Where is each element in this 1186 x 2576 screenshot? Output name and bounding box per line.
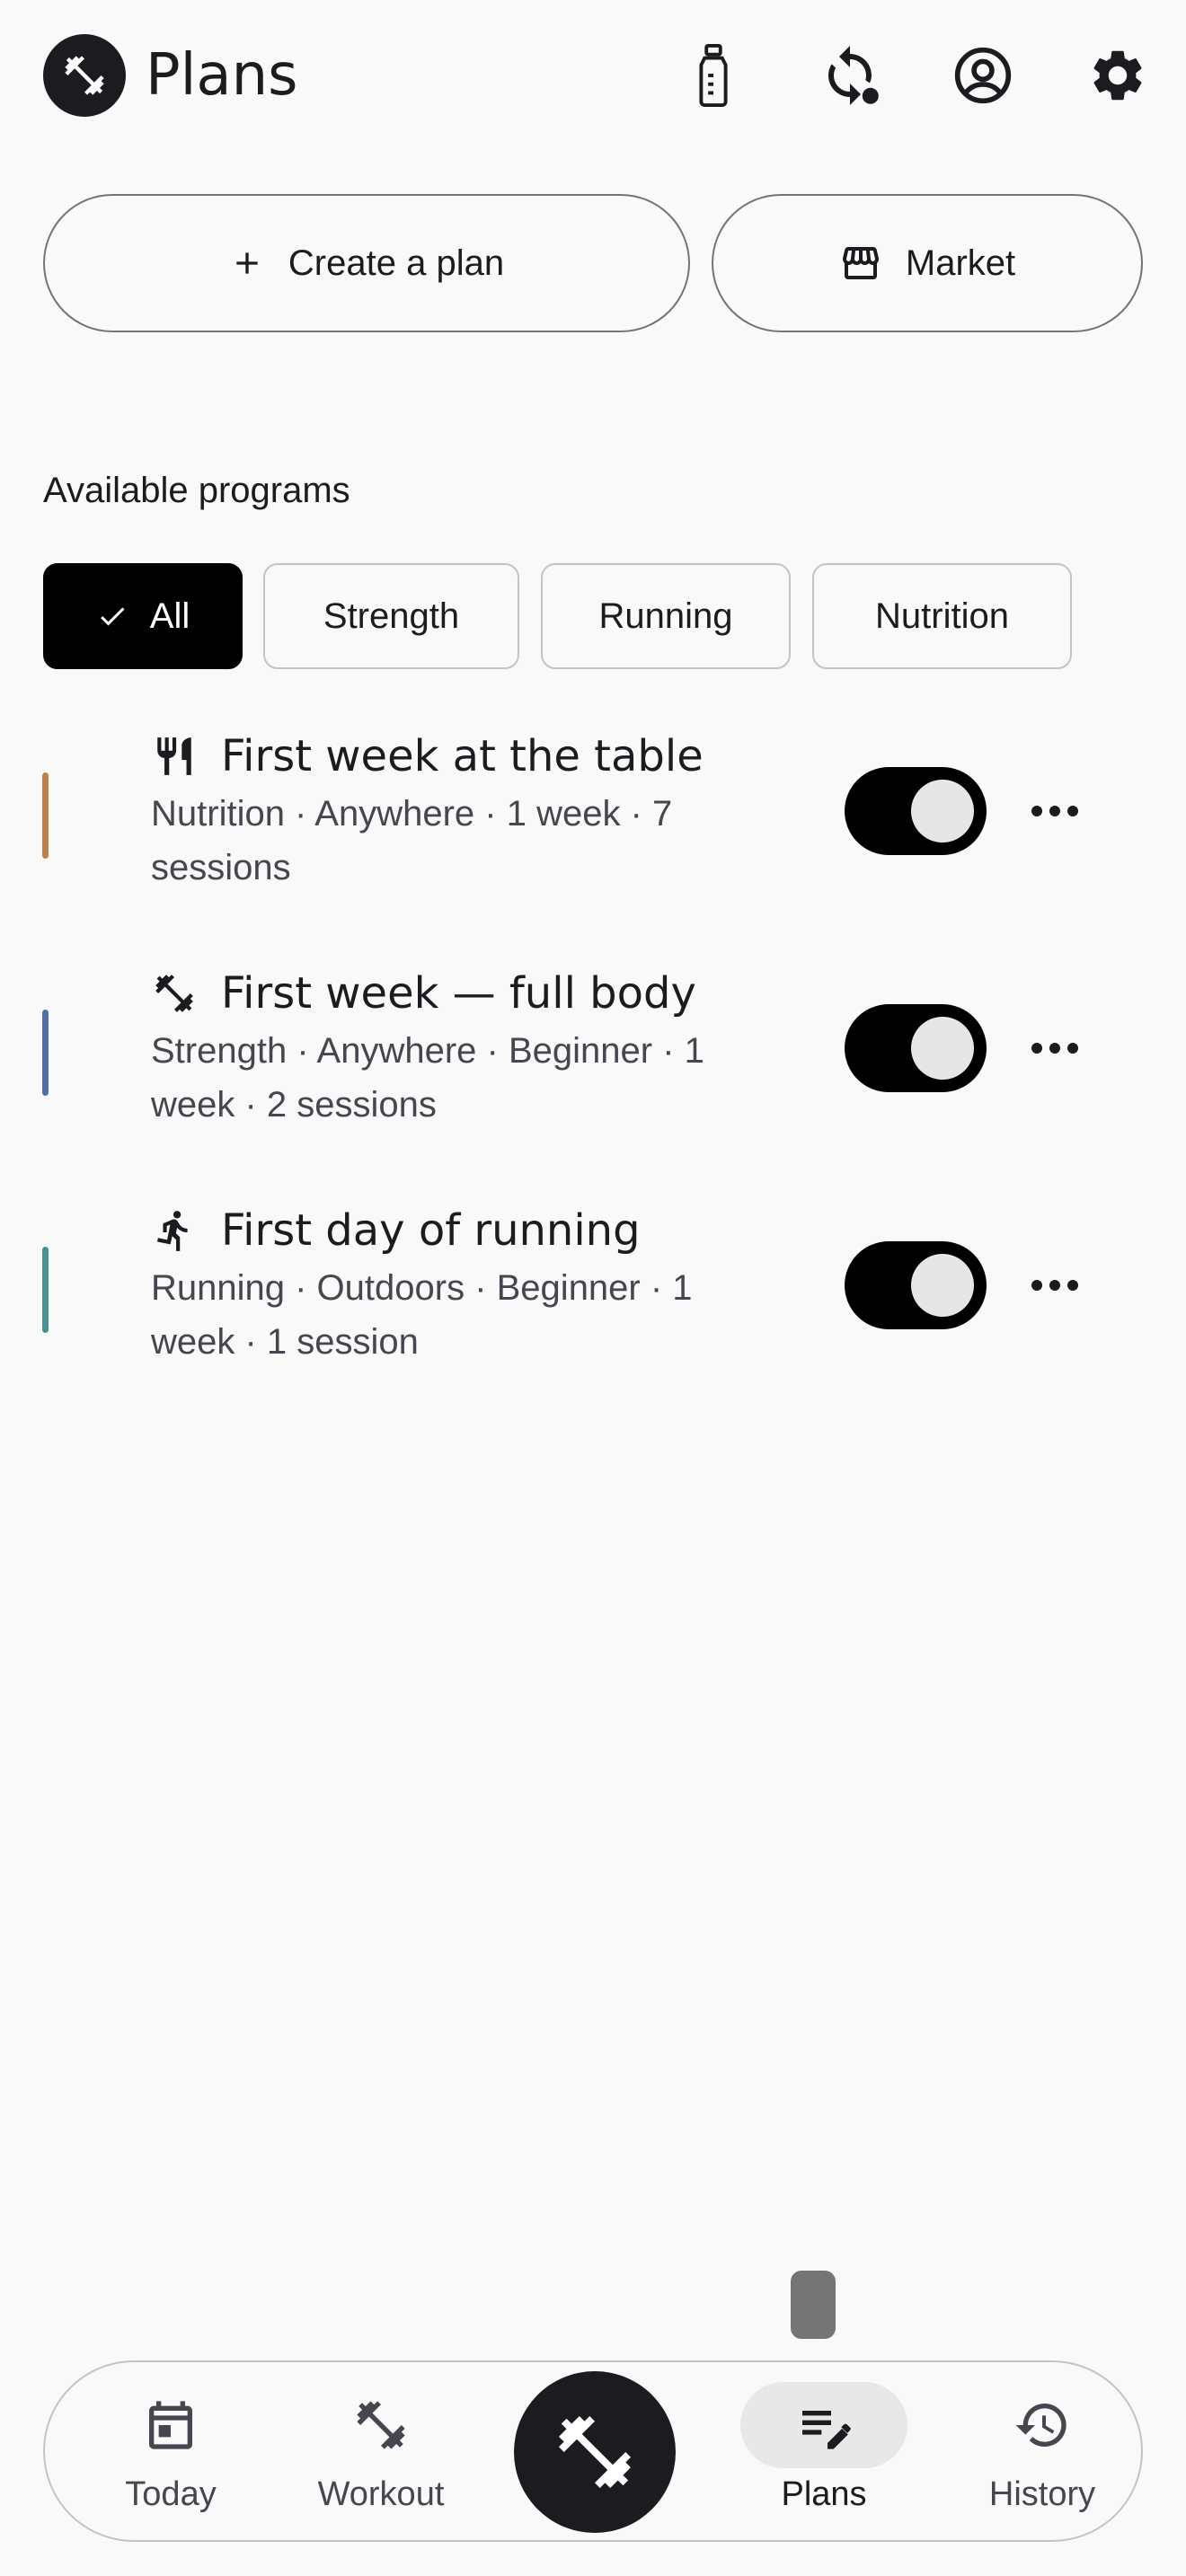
plan-more-button[interactable]: [1019, 1017, 1091, 1080]
filter-chip-label: Strength: [323, 595, 460, 636]
running-icon: [151, 1207, 198, 1254]
sync-icon: [828, 46, 879, 105]
available-programs-heading: Available programs: [43, 471, 350, 510]
plan-accent-bar: [42, 1247, 49, 1333]
plan-enabled-toggle[interactable]: [845, 1241, 987, 1329]
create-plan-label: Create a plan: [288, 243, 505, 283]
nav-item-plans[interactable]: Plans: [725, 2362, 923, 2540]
plan-accent-bar: [42, 772, 49, 859]
plan-title: First day of running: [221, 1205, 641, 1256]
plan-enabled-toggle[interactable]: [845, 767, 987, 855]
water-bottle-icon: [699, 44, 728, 107]
plan-row-running[interactable]: First day of running Running · Outdoors …: [0, 1204, 1186, 1392]
nav-label: Workout: [317, 2475, 445, 2513]
settings-icon: [1093, 50, 1142, 101]
filter-chip-label: Nutrition: [875, 595, 1009, 636]
filter-chip-running[interactable]: Running: [541, 563, 791, 669]
nav-item-history[interactable]: History: [943, 2362, 1141, 2540]
nav-label: History: [988, 2475, 1096, 2513]
nav-item-workout[interactable]: Workout: [282, 2362, 480, 2540]
filter-chip-label: Running: [598, 595, 733, 636]
plan-title: First week at the table: [221, 731, 704, 781]
toggle-knob: [911, 780, 974, 842]
sync-button[interactable]: [810, 36, 890, 115]
account-icon: [954, 47, 1012, 104]
settings-button[interactable]: [1078, 36, 1157, 115]
market-label: Market: [905, 243, 1016, 283]
water-bottle-button[interactable]: [674, 36, 753, 115]
plus-icon: [236, 252, 258, 274]
calendar-icon: [142, 2396, 199, 2454]
plan-row-strength[interactable]: First week — full body Strength · Anywhe…: [0, 966, 1186, 1155]
dumbbell-icon: [352, 2396, 410, 2454]
plan-title: First week — full body: [221, 968, 696, 1019]
plan-more-button[interactable]: [1019, 780, 1091, 842]
app-logo: [43, 34, 126, 117]
dumbbell-icon: [151, 970, 198, 1017]
dumbbell-icon: [559, 2416, 631, 2488]
nav-item-today[interactable]: Today: [72, 2362, 270, 2540]
edit-list-icon: [795, 2396, 853, 2454]
plan-row-nutrition[interactable]: First week at the table Nutrition · Anyw…: [0, 729, 1186, 918]
filter-chip-all[interactable]: All: [43, 563, 243, 669]
plan-enabled-toggle[interactable]: [845, 1004, 987, 1092]
market-button[interactable]: Market: [712, 194, 1143, 332]
history-icon: [1013, 2396, 1071, 2454]
more-horiz-icon: [1031, 1280, 1078, 1291]
page-title: Plans: [146, 42, 298, 109]
plan-accent-bar: [42, 1010, 49, 1096]
toggle-knob: [911, 1017, 974, 1080]
plan-more-button[interactable]: [1019, 1254, 1091, 1317]
filter-chip-nutrition[interactable]: Nutrition: [812, 563, 1072, 669]
drag-handle[interactable]: [791, 2271, 836, 2339]
start-workout-fab[interactable]: [514, 2371, 676, 2533]
toggle-knob: [911, 1254, 974, 1317]
account-button[interactable]: [943, 36, 1022, 115]
filter-chip-strength[interactable]: Strength: [263, 563, 519, 669]
more-horiz-icon: [1031, 1043, 1078, 1054]
plan-meta: Running · Outdoors · Beginner · 1 week ·…: [151, 1268, 693, 1362]
nav-label: Plans: [781, 2475, 867, 2513]
more-horiz-icon: [1031, 806, 1078, 816]
filter-chip-label: All: [149, 595, 190, 636]
bottom-navigation: Today Workout Plans History: [43, 2360, 1143, 2542]
storefront-icon: [842, 247, 879, 279]
dumbbell-icon: [65, 56, 104, 95]
nav-label: Today: [125, 2475, 217, 2513]
create-plan-button[interactable]: Create a plan: [43, 194, 690, 332]
plan-meta: Nutrition · Anywhere · 1 week · 7 sessio…: [151, 794, 673, 887]
fork-knife-icon: [151, 733, 198, 780]
plan-meta: Strength · Anywhere · Beginner · 1 week …: [151, 1031, 704, 1125]
check-icon: [100, 607, 125, 626]
